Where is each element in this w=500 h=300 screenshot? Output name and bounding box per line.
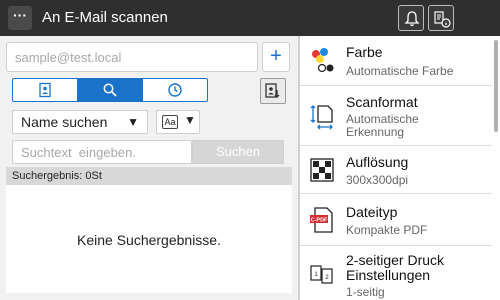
setting-value: 300x300dpi xyxy=(346,173,409,187)
device-info-icon xyxy=(434,11,451,28)
address-register-icon xyxy=(265,83,280,98)
results-list: Keine Suchergebnisse. xyxy=(6,185,292,293)
svg-text:1: 1 xyxy=(314,272,318,278)
add-destination-button[interactable]: + xyxy=(262,42,290,72)
bell-icon xyxy=(404,11,420,27)
tab-search[interactable] xyxy=(78,79,143,101)
settings-scrollbar[interactable] xyxy=(494,40,498,132)
email-field[interactable] xyxy=(6,42,258,72)
menu-button[interactable]: ··· xyxy=(8,6,32,30)
setting-value: Automatische Erkennung xyxy=(346,112,419,139)
setting-resolution[interactable]: Auflösung 300x300dpi xyxy=(300,146,492,194)
search-field[interactable] xyxy=(12,140,192,164)
search-input[interactable] xyxy=(13,141,191,163)
setting-file-type[interactable]: C-PDF Dateityp Kompakte PDF xyxy=(300,194,492,246)
search-type-value: Name suchen xyxy=(21,114,108,130)
setting-label: Dateityp xyxy=(346,204,398,220)
case-sensitive-icon: Aa xyxy=(162,115,178,129)
empty-results-message: Keine Suchergebnisse. xyxy=(77,232,221,248)
setting-value: Automatische Farbe xyxy=(346,64,454,78)
scan-size-icon xyxy=(310,105,333,130)
svg-text:C-PDF: C-PDF xyxy=(311,218,328,224)
search-icon xyxy=(103,83,117,97)
clock-icon xyxy=(168,83,182,97)
setting-label: Auflösung xyxy=(346,154,409,170)
address-book-icon xyxy=(39,82,51,98)
pdf-icon: C-PDF xyxy=(310,207,333,233)
page-title: An E-Mail scannen xyxy=(42,9,168,26)
svg-text:2: 2 xyxy=(325,275,329,281)
setting-label: Farbe xyxy=(346,44,383,60)
address-panel: + Name xyxy=(0,36,298,300)
tab-history[interactable] xyxy=(143,79,207,101)
result-count: Suchergebnis: 0St xyxy=(6,167,292,185)
notification-bell-button[interactable] xyxy=(398,5,424,31)
job-info-button[interactable] xyxy=(428,5,454,31)
email-input[interactable] xyxy=(7,43,257,71)
chevron-down-icon: ▼ xyxy=(184,113,196,127)
color-icon xyxy=(312,48,334,73)
case-select[interactable]: Aa ▼ xyxy=(156,110,200,134)
tab-address-book[interactable] xyxy=(13,79,78,101)
setting-scan-size[interactable]: Scanformat Automatische Erkennung xyxy=(300,86,492,146)
settings-panel: Farbe Automatische Farbe Scanformat Auto… xyxy=(300,36,500,300)
duplex-icon: 1 2 xyxy=(310,265,333,284)
resolution-icon xyxy=(310,158,334,182)
address-tabs xyxy=(12,78,208,102)
title-bar: ··· An E-Mail scannen xyxy=(0,0,500,36)
setting-value: 1-seitig xyxy=(346,285,385,299)
setting-label: 2-seitiger Druck Einstellungen xyxy=(346,252,445,283)
setting-label: Scanformat xyxy=(346,94,418,110)
register-address-button[interactable] xyxy=(260,78,286,104)
setting-color[interactable]: Farbe Automatische Farbe xyxy=(300,36,492,86)
search-type-select[interactable]: Name suchen ▼ xyxy=(12,110,148,134)
search-button[interactable]: Suchen xyxy=(192,140,284,164)
setting-duplex[interactable]: 1 2 2-seitiger Druck Einstellungen 1-sei… xyxy=(300,246,492,300)
setting-value: Kompakte PDF xyxy=(346,223,428,237)
chevron-down-icon: ▼ xyxy=(127,115,139,129)
